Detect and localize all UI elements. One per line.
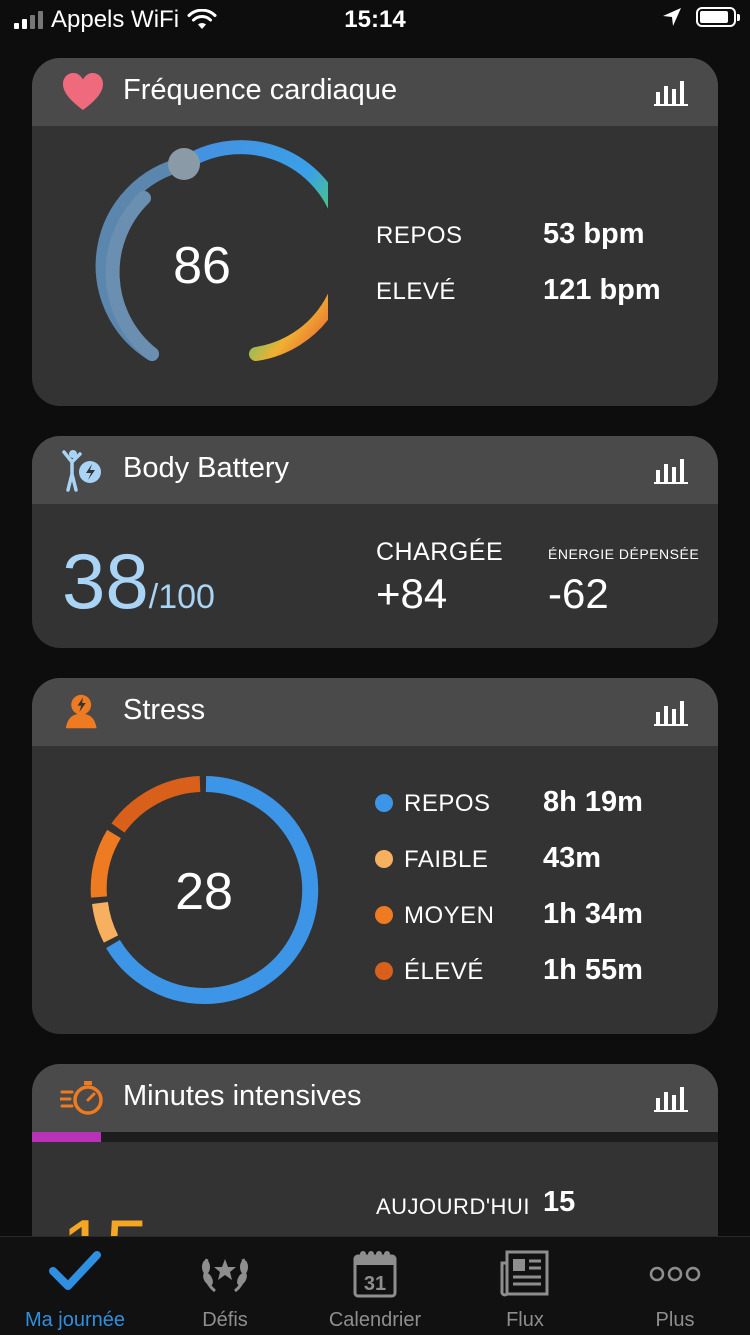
high-legend-dot [375,962,393,980]
tab-challenges[interactable]: Défis [150,1237,300,1335]
heart-icon [63,73,103,110]
tab-label: Plus [655,1309,695,1331]
intensity-header: Minutes intensives [32,1064,718,1132]
intensity-title: Minutes intensives [123,1080,362,1112]
today-label: AUJOURD'HUI [376,1194,530,1219]
tab-more[interactable]: Plus [600,1237,750,1335]
energy-spent-label: ÉNERGIE DÉPENSÉE [548,546,700,562]
tab-label: Ma journée [24,1309,126,1331]
stopwatch-icon [60,1081,103,1115]
energy-spent-value: -62 [548,570,609,617]
tab-label: Flux [506,1309,544,1331]
tab-feed[interactable]: Flux [450,1237,600,1335]
stress-current: 28 [175,863,233,921]
calendar-day: 31 [364,1273,386,1295]
stress-title: Stress [123,694,206,726]
status-time: 15:14 [344,6,406,33]
laurel-icon [202,1258,248,1293]
stress-medium-value: 1h 34m [543,898,643,930]
stress-low-label: FAIBLE [404,846,489,873]
more-icon [649,1266,701,1282]
stress-rest-label: REPOS [404,790,491,817]
tab-label: Calendrier [328,1309,422,1331]
medium-legend-dot [375,906,393,924]
tab-calendar[interactable]: 31 Calendrier [300,1237,450,1335]
stress-card[interactable]: Stress 28 REPOS 8h 19m FAIBLE 43m MOYEN … [32,678,718,1034]
chart-icon[interactable] [654,698,688,726]
resting-hr-label: REPOS [376,222,463,249]
body-battery-max: /100 [148,578,215,616]
resting-hr-value: 53 bpm [543,218,645,250]
status-right [662,7,740,27]
tab-label: Défis [202,1309,248,1331]
chart-icon[interactable] [654,78,688,106]
body-battery-value-group: 38/100 [62,536,215,627]
stress-rest-value: 8h 19m [543,786,643,818]
battery-icon [696,7,740,27]
charged-label: CHARGÉE [376,538,504,566]
heart-rate-current: 86 [173,237,231,295]
heart-rate-header: Fréquence cardiaque [32,58,718,126]
status-bar: Appels WiFi 15:14 [0,0,750,44]
body-battery-card[interactable]: Body Battery 38/100 CHARGÉE +84 ÉNERGIE … [32,436,718,648]
low-legend-dot [375,850,393,868]
heart-rate-card[interactable]: Fréquence cardiaque 86 REPOS 53 bpm ELEV… [32,58,718,406]
chart-icon[interactable] [654,1084,688,1112]
body-battery-title: Body Battery [123,452,290,484]
stress-low-value: 43m [543,842,602,874]
tab-my-day[interactable]: Ma journée [0,1237,150,1335]
stress-header: Stress [32,678,718,746]
charged-value: +84 [376,570,448,617]
intensity-progress-fill [32,1132,101,1142]
body-battery-value: 38 [62,537,149,625]
chart-icon[interactable] [654,456,688,484]
body-battery-icon [62,450,101,492]
high-hr-label: ELEVÉ [376,278,456,305]
stress-high-value: 1h 55m [543,954,643,986]
rest-legend-dot [375,794,393,812]
news-icon [500,1250,549,1297]
stress-medium-label: MOYEN [404,902,495,929]
stress-high-label: ÉLEVÉ [404,958,484,985]
location-arrow-icon [663,8,681,26]
stress-icon [65,694,97,729]
tab-bar: Ma journée Défis 31 Calendrier Flux Plus [0,1236,750,1335]
high-hr-value: 121 bpm [543,274,661,306]
intensity-progress-track [32,1132,718,1142]
body-battery-header: Body Battery [32,436,718,504]
heart-rate-title: Fréquence cardiaque [123,74,398,106]
check-icon [49,1251,101,1290]
calendar-icon: 31 [353,1251,397,1298]
today-value: 15 [543,1186,576,1218]
